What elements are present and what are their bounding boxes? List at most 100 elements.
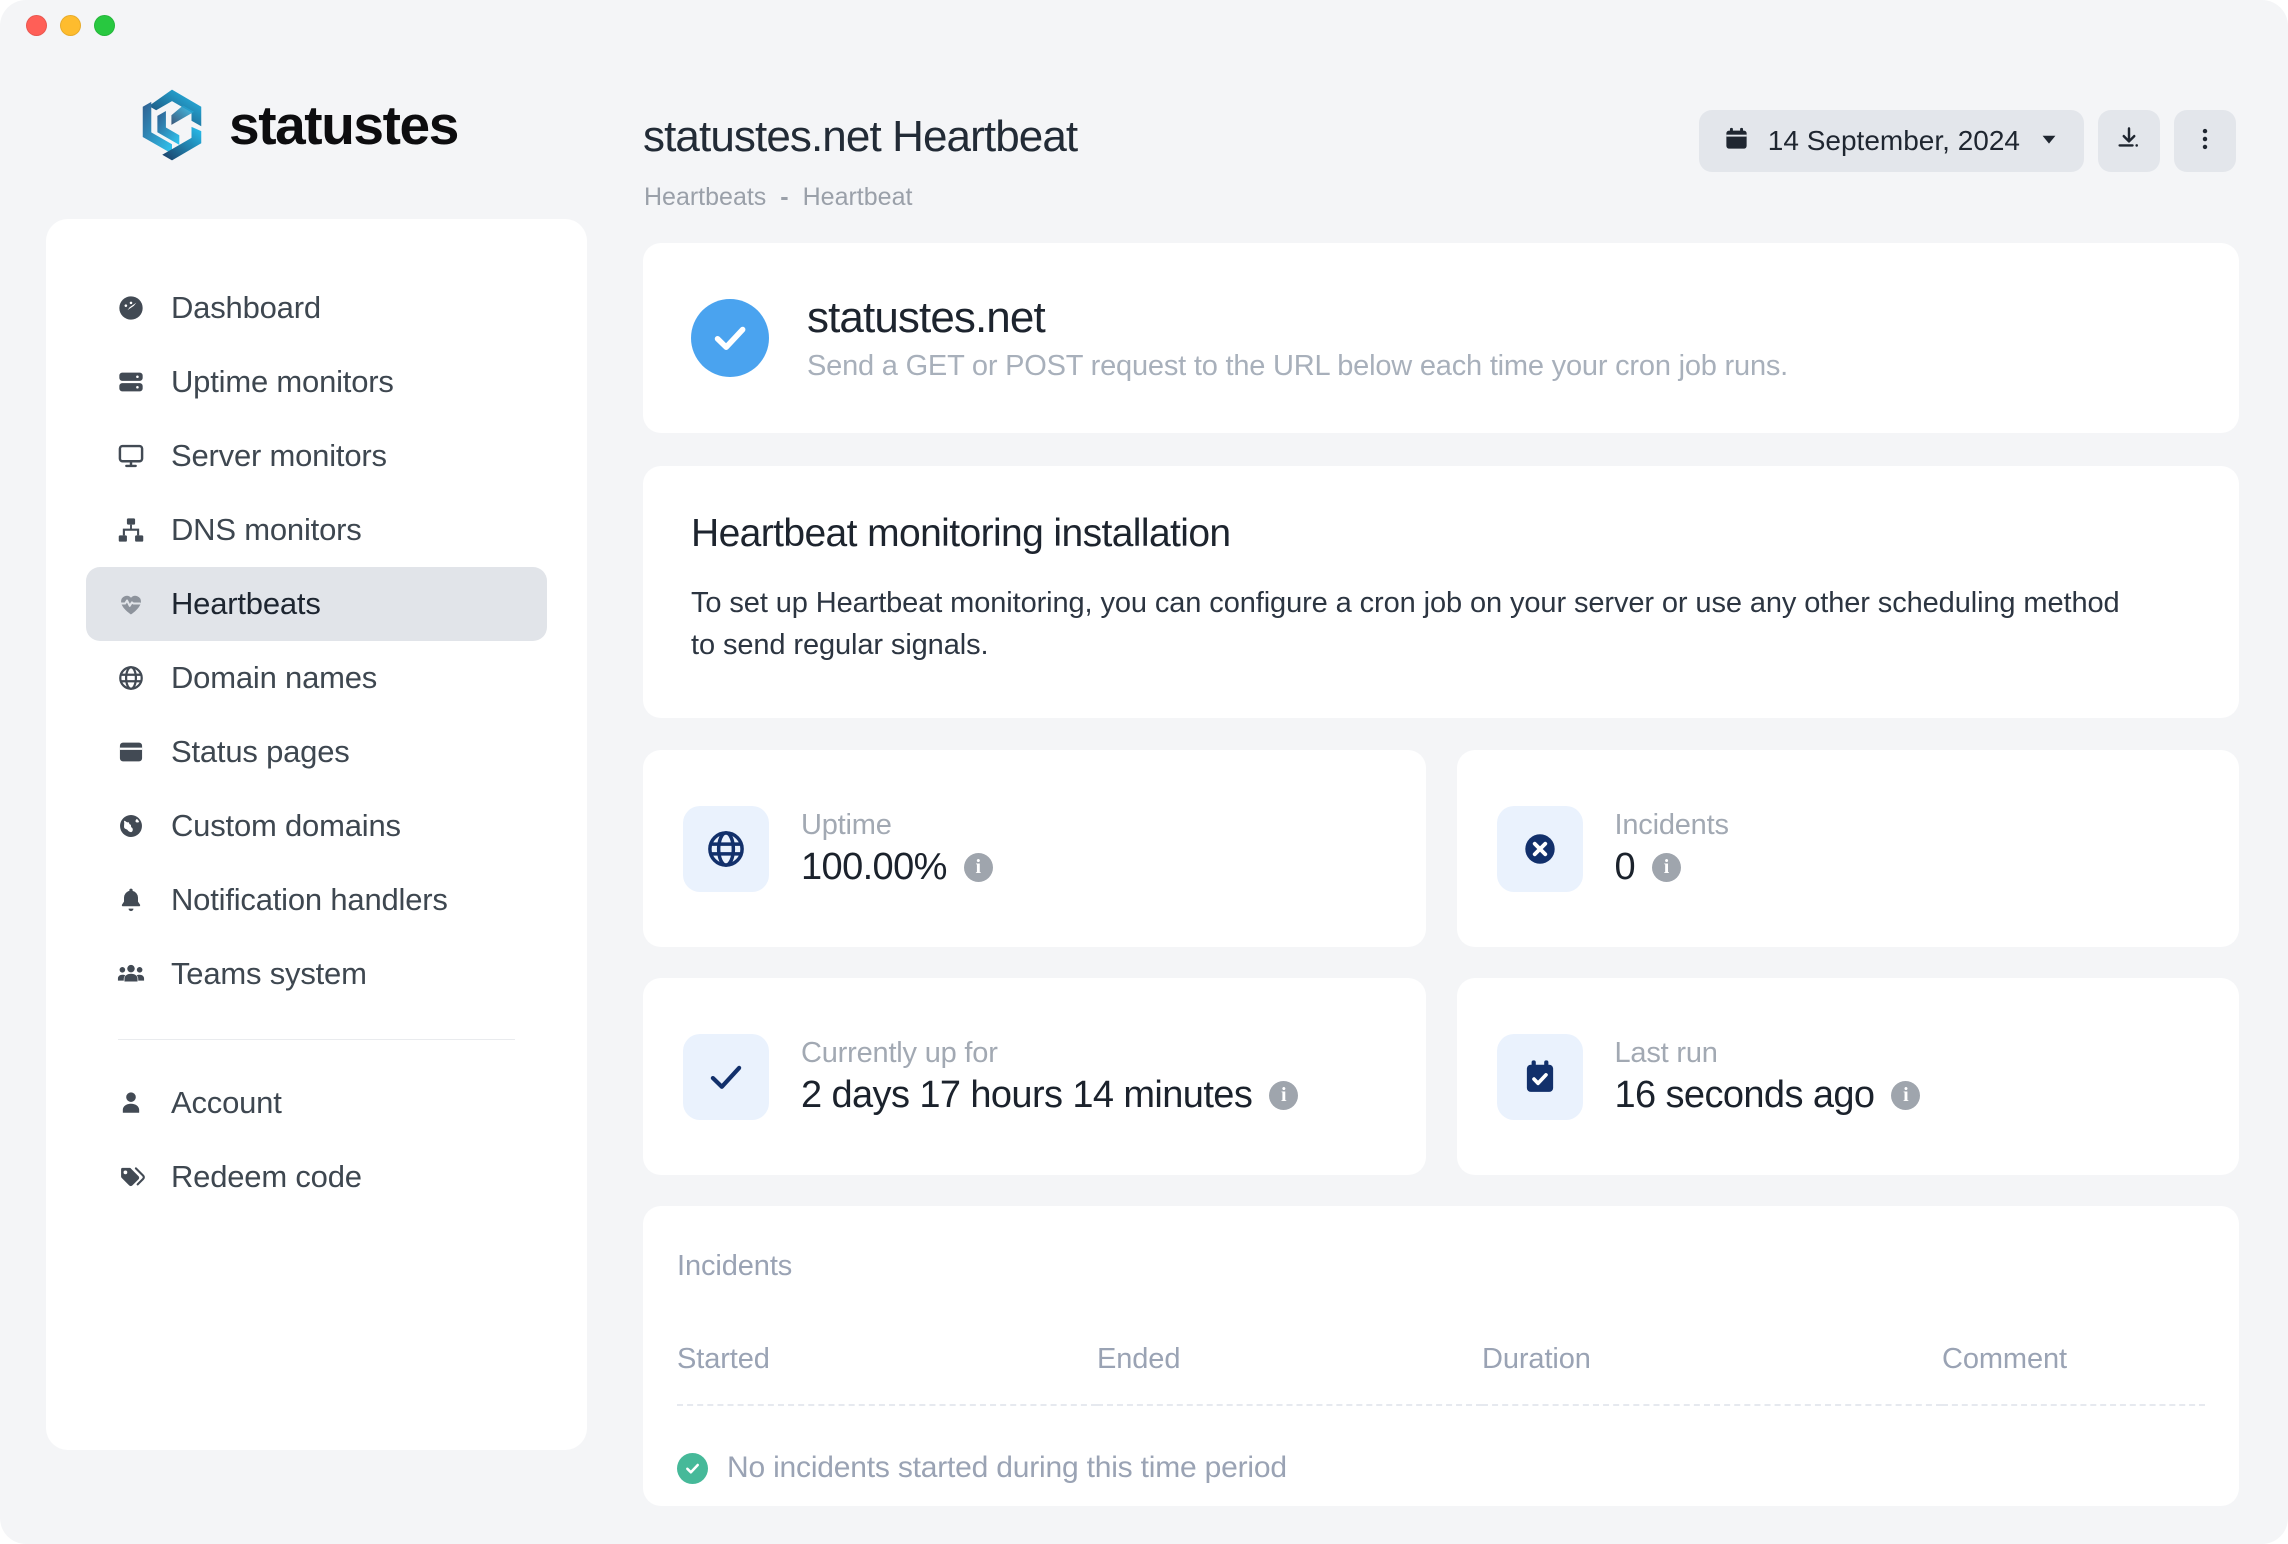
stat-label: Currently up for bbox=[801, 1036, 998, 1069]
stat-text: Uptime 100.00% i bbox=[801, 809, 993, 889]
stat-text: Incidents 0 i bbox=[1615, 809, 1729, 889]
kebab-menu-icon bbox=[2191, 125, 2219, 158]
sidebar-item-label: Server monitors bbox=[171, 438, 387, 473]
info-icon[interactable]: i bbox=[1891, 1080, 1921, 1110]
check-circle-icon bbox=[691, 299, 769, 377]
date-picker[interactable]: 14 September, 2024 bbox=[1698, 110, 2084, 172]
sidebar-item-domain-names[interactable]: Domain names bbox=[86, 641, 547, 715]
stat-value-row: 0 i bbox=[1615, 846, 1729, 889]
incidents-empty-state: No incidents started during this time pe… bbox=[677, 1406, 2205, 1485]
stat-value: 16 seconds ago bbox=[1614, 1073, 1876, 1116]
header-actions: 14 September, 2024 bbox=[1698, 110, 2236, 172]
heartbeat-hero-card: statustes.net Send a GET or POST request… bbox=[643, 243, 2239, 433]
incidents-table-header-row: Started Ended Duration Comment bbox=[677, 1343, 2205, 1407]
app-window: statustes Dashboard Uptime monitors Serv… bbox=[0, 0, 2288, 1544]
sidebar-nav: Dashboard Uptime monitors Server monitor… bbox=[46, 219, 587, 1214]
info-icon[interactable]: i bbox=[963, 852, 993, 882]
breadcrumb-parent[interactable]: Heartbeats bbox=[644, 183, 766, 212]
globe-icon bbox=[116, 663, 146, 693]
hero-subtitle: Send a GET or POST request to the URL be… bbox=[807, 349, 1789, 382]
maximize-window-button[interactable] bbox=[94, 14, 115, 36]
sidebar-item-uptime-monitors[interactable]: Uptime monitors bbox=[86, 345, 547, 419]
calendar-check-icon bbox=[1496, 1033, 1583, 1120]
heart-pulse-icon bbox=[116, 589, 146, 619]
sidebar-item-label: Teams system bbox=[171, 956, 367, 991]
breadcrumb-current: Heartbeat bbox=[802, 183, 913, 211]
chevron-down-icon bbox=[2038, 128, 2060, 155]
monitor-icon bbox=[116, 441, 146, 471]
page-title: statustes.net Heartbeat bbox=[643, 112, 1078, 161]
sidebar-item-label: Notification handlers bbox=[171, 882, 448, 917]
stat-value: 100.00% bbox=[801, 845, 947, 888]
download-icon bbox=[2115, 125, 2143, 158]
check-circle-icon bbox=[677, 1452, 708, 1484]
server-icon bbox=[116, 367, 146, 397]
sidebar: Dashboard Uptime monitors Server monitor… bbox=[46, 219, 587, 1450]
column-header-comment: Comment bbox=[1942, 1343, 2205, 1407]
sidebar-item-label: Account bbox=[171, 1085, 282, 1120]
stat-card-incidents: Incidents 0 i bbox=[1456, 750, 2239, 948]
stat-value: 0 bbox=[1614, 845, 1636, 888]
installation-card: Heartbeat monitoring installation To set… bbox=[643, 466, 2239, 719]
calendar-icon bbox=[1723, 125, 1750, 157]
app-logo[interactable]: statustes bbox=[133, 86, 459, 164]
breadcrumb-separator: - bbox=[780, 183, 789, 211]
sidebar-item-status-pages[interactable]: Status pages bbox=[86, 715, 547, 789]
sidebar-item-label: Uptime monitors bbox=[171, 364, 394, 399]
stat-value-row: 100.00% i bbox=[801, 846, 993, 889]
incidents-table-card: Incidents Started Ended Duration Comment… bbox=[643, 1206, 2239, 1507]
sidebar-item-notification-handlers[interactable]: Notification handlers bbox=[86, 863, 547, 937]
stat-card-currently-up-for: Currently up for 2 days 17 hours 14 minu… bbox=[643, 978, 1426, 1176]
close-window-button[interactable] bbox=[26, 14, 47, 36]
brand-name: statustes bbox=[229, 93, 459, 156]
sidebar-item-label: Status pages bbox=[171, 734, 350, 769]
main-content: statustes.net Send a GET or POST request… bbox=[643, 243, 2239, 1507]
stat-card-last-run: Last run 16 seconds ago i bbox=[1456, 978, 2239, 1176]
sidebar-item-custom-domains[interactable]: Custom domains bbox=[86, 789, 547, 863]
incidents-table: Started Ended Duration Comment bbox=[677, 1343, 2205, 1407]
sidebar-item-account[interactable]: Account bbox=[86, 1066, 547, 1140]
incidents-heading: Incidents bbox=[677, 1250, 793, 1283]
user-icon bbox=[116, 1088, 146, 1118]
sidebar-item-dashboard[interactable]: Dashboard bbox=[86, 271, 547, 345]
breadcrumb: Heartbeats - Heartbeat bbox=[644, 183, 912, 212]
stat-label: Last run bbox=[1614, 1036, 1718, 1069]
more-options-button[interactable] bbox=[2174, 110, 2236, 172]
hero-text: statustes.net Send a GET or POST request… bbox=[807, 293, 1788, 383]
x-circle-icon bbox=[1496, 805, 1583, 892]
info-icon[interactable]: i bbox=[1269, 1080, 1299, 1110]
minimize-window-button[interactable] bbox=[60, 14, 81, 36]
incidents-table-head: Started Ended Duration Comment bbox=[677, 1343, 2205, 1407]
statustes-hex-logo-icon bbox=[133, 86, 211, 164]
sidebar-item-heartbeats[interactable]: Heartbeats bbox=[86, 567, 547, 641]
window-titlebar bbox=[0, 0, 2288, 50]
hero-title: statustes.net bbox=[807, 293, 1046, 343]
info-icon[interactable]: i bbox=[1652, 852, 1682, 882]
stat-text: Currently up for 2 days 17 hours 14 minu… bbox=[801, 1036, 1299, 1117]
sidebar-item-teams-system[interactable]: Teams system bbox=[86, 937, 547, 1011]
stat-value-row: 2 days 17 hours 14 minutes i bbox=[801, 1073, 1299, 1117]
sidebar-item-dns-monitors[interactable]: DNS monitors bbox=[86, 493, 547, 567]
gauge-icon bbox=[116, 293, 146, 323]
stat-card-uptime: Uptime 100.00% i bbox=[643, 750, 1426, 948]
stat-value: 2 days 17 hours 14 minutes bbox=[801, 1073, 1253, 1116]
sidebar-item-label: Redeem code bbox=[171, 1159, 362, 1194]
stat-label: Incidents bbox=[1614, 808, 1729, 841]
stat-text: Last run 16 seconds ago i bbox=[1615, 1037, 1921, 1117]
installation-heading: Heartbeat monitoring installation bbox=[691, 512, 1231, 555]
sidebar-item-redeem-code[interactable]: Redeem code bbox=[86, 1140, 547, 1214]
sidebar-divider bbox=[118, 1039, 515, 1040]
window-icon bbox=[116, 737, 146, 767]
users-icon bbox=[116, 959, 146, 989]
installation-body: To set up Heartbeat monitoring, you can … bbox=[691, 587, 2120, 662]
sidebar-item-label: Heartbeats bbox=[171, 586, 321, 621]
sitemap-icon bbox=[116, 515, 146, 545]
globe-icon bbox=[683, 805, 769, 892]
column-header-started: Started bbox=[677, 1343, 1097, 1407]
sidebar-item-label: Custom domains bbox=[171, 808, 401, 843]
download-button[interactable] bbox=[2098, 110, 2160, 172]
column-header-duration: Duration bbox=[1482, 1343, 1942, 1407]
sidebar-item-server-monitors[interactable]: Server monitors bbox=[86, 419, 547, 493]
stat-card-grid: Uptime 100.00% i Incidents 0 i Currently… bbox=[643, 750, 2239, 1176]
sidebar-item-label: DNS monitors bbox=[171, 512, 362, 547]
